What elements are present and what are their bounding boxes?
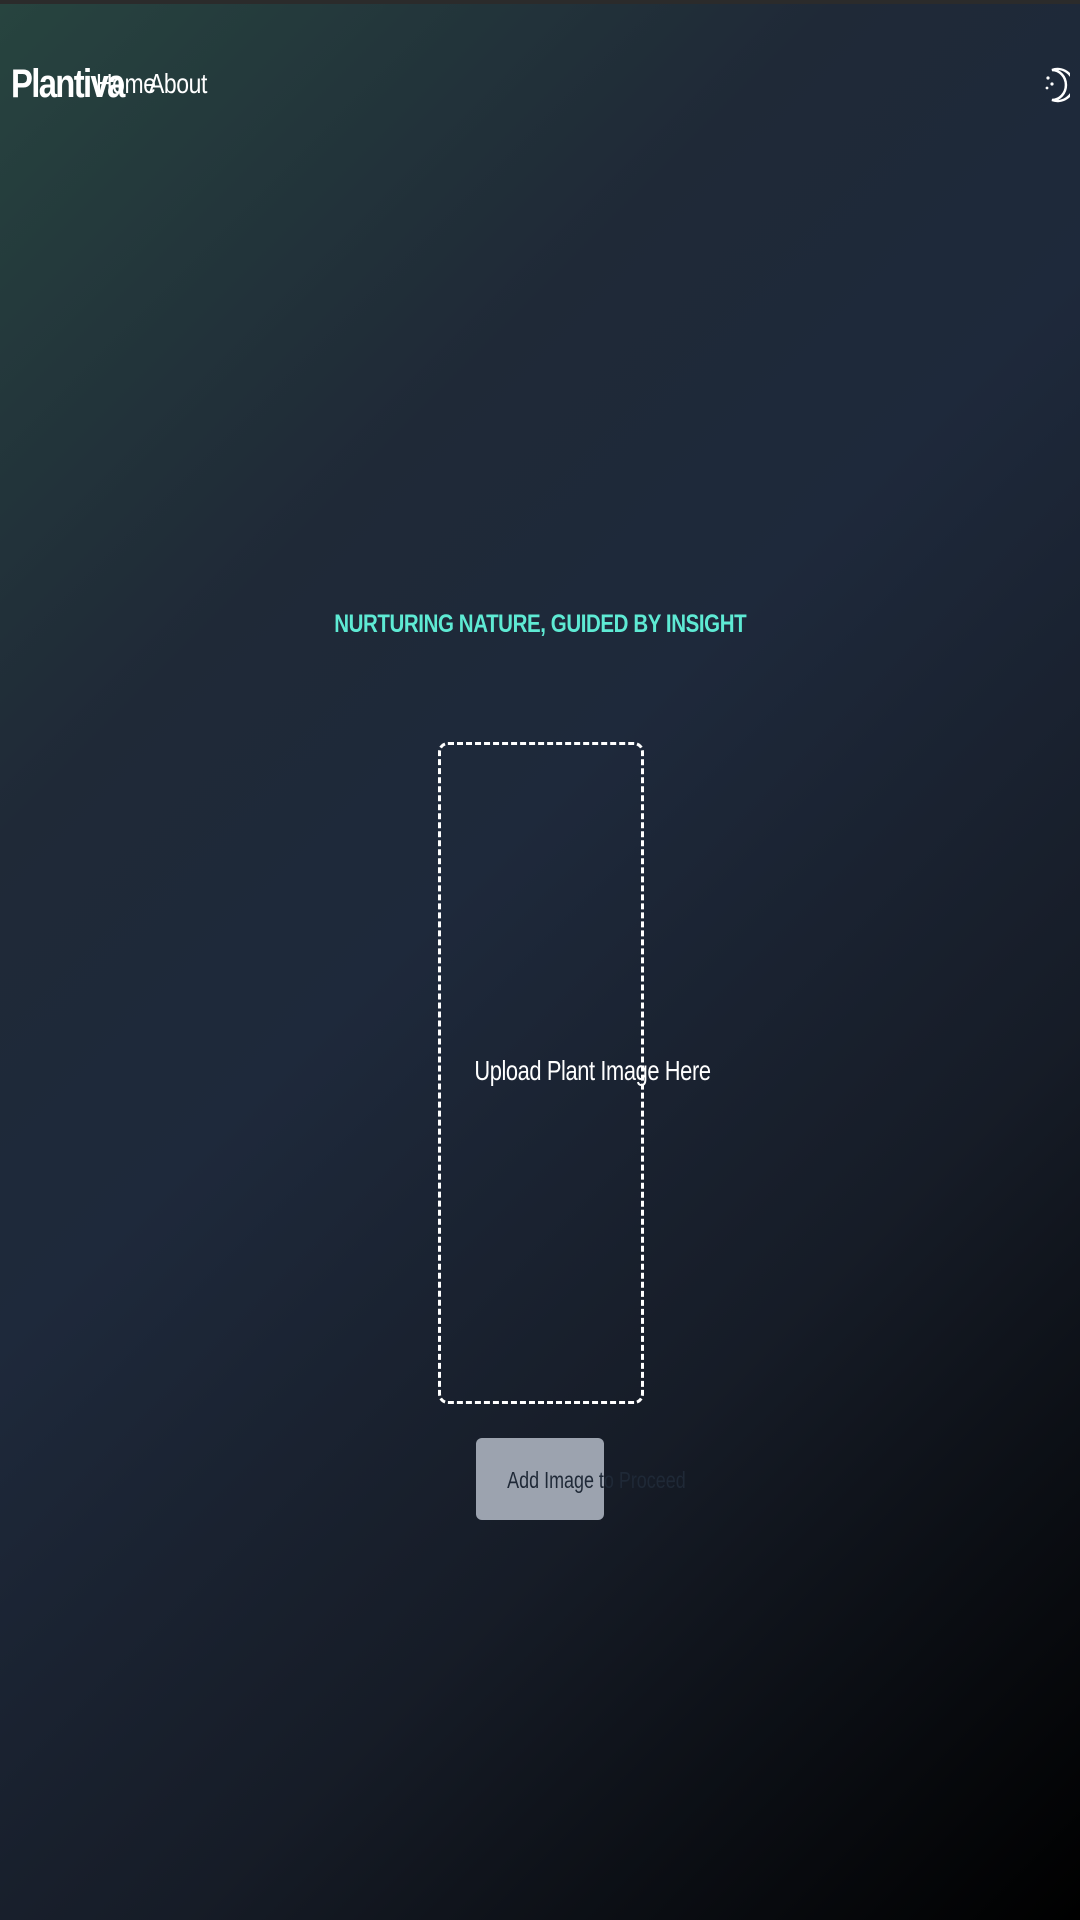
nav-link-home[interactable]: Home [96,68,156,100]
page-title: Plantiva - Plant Disease Detection [0,410,1080,639]
theme-toggle-button[interactable] [1040,64,1075,104]
tagline: NURTURING NATURE, GUIDED BY INSIGHT [333,610,746,638]
moon-icon [1045,67,1075,103]
proceed-button[interactable]: Add Image to Proceed [476,1438,686,1520]
upload-instruction: Upload Plant Image Here [474,1055,711,1086]
navbar: Plantiva Home About [0,60,1080,110]
nav-link-about[interactable]: About [149,68,207,100]
window-top-edge [0,0,1080,4]
image-upload-dropzone[interactable]: Upload Plant Image Here [438,742,711,1404]
